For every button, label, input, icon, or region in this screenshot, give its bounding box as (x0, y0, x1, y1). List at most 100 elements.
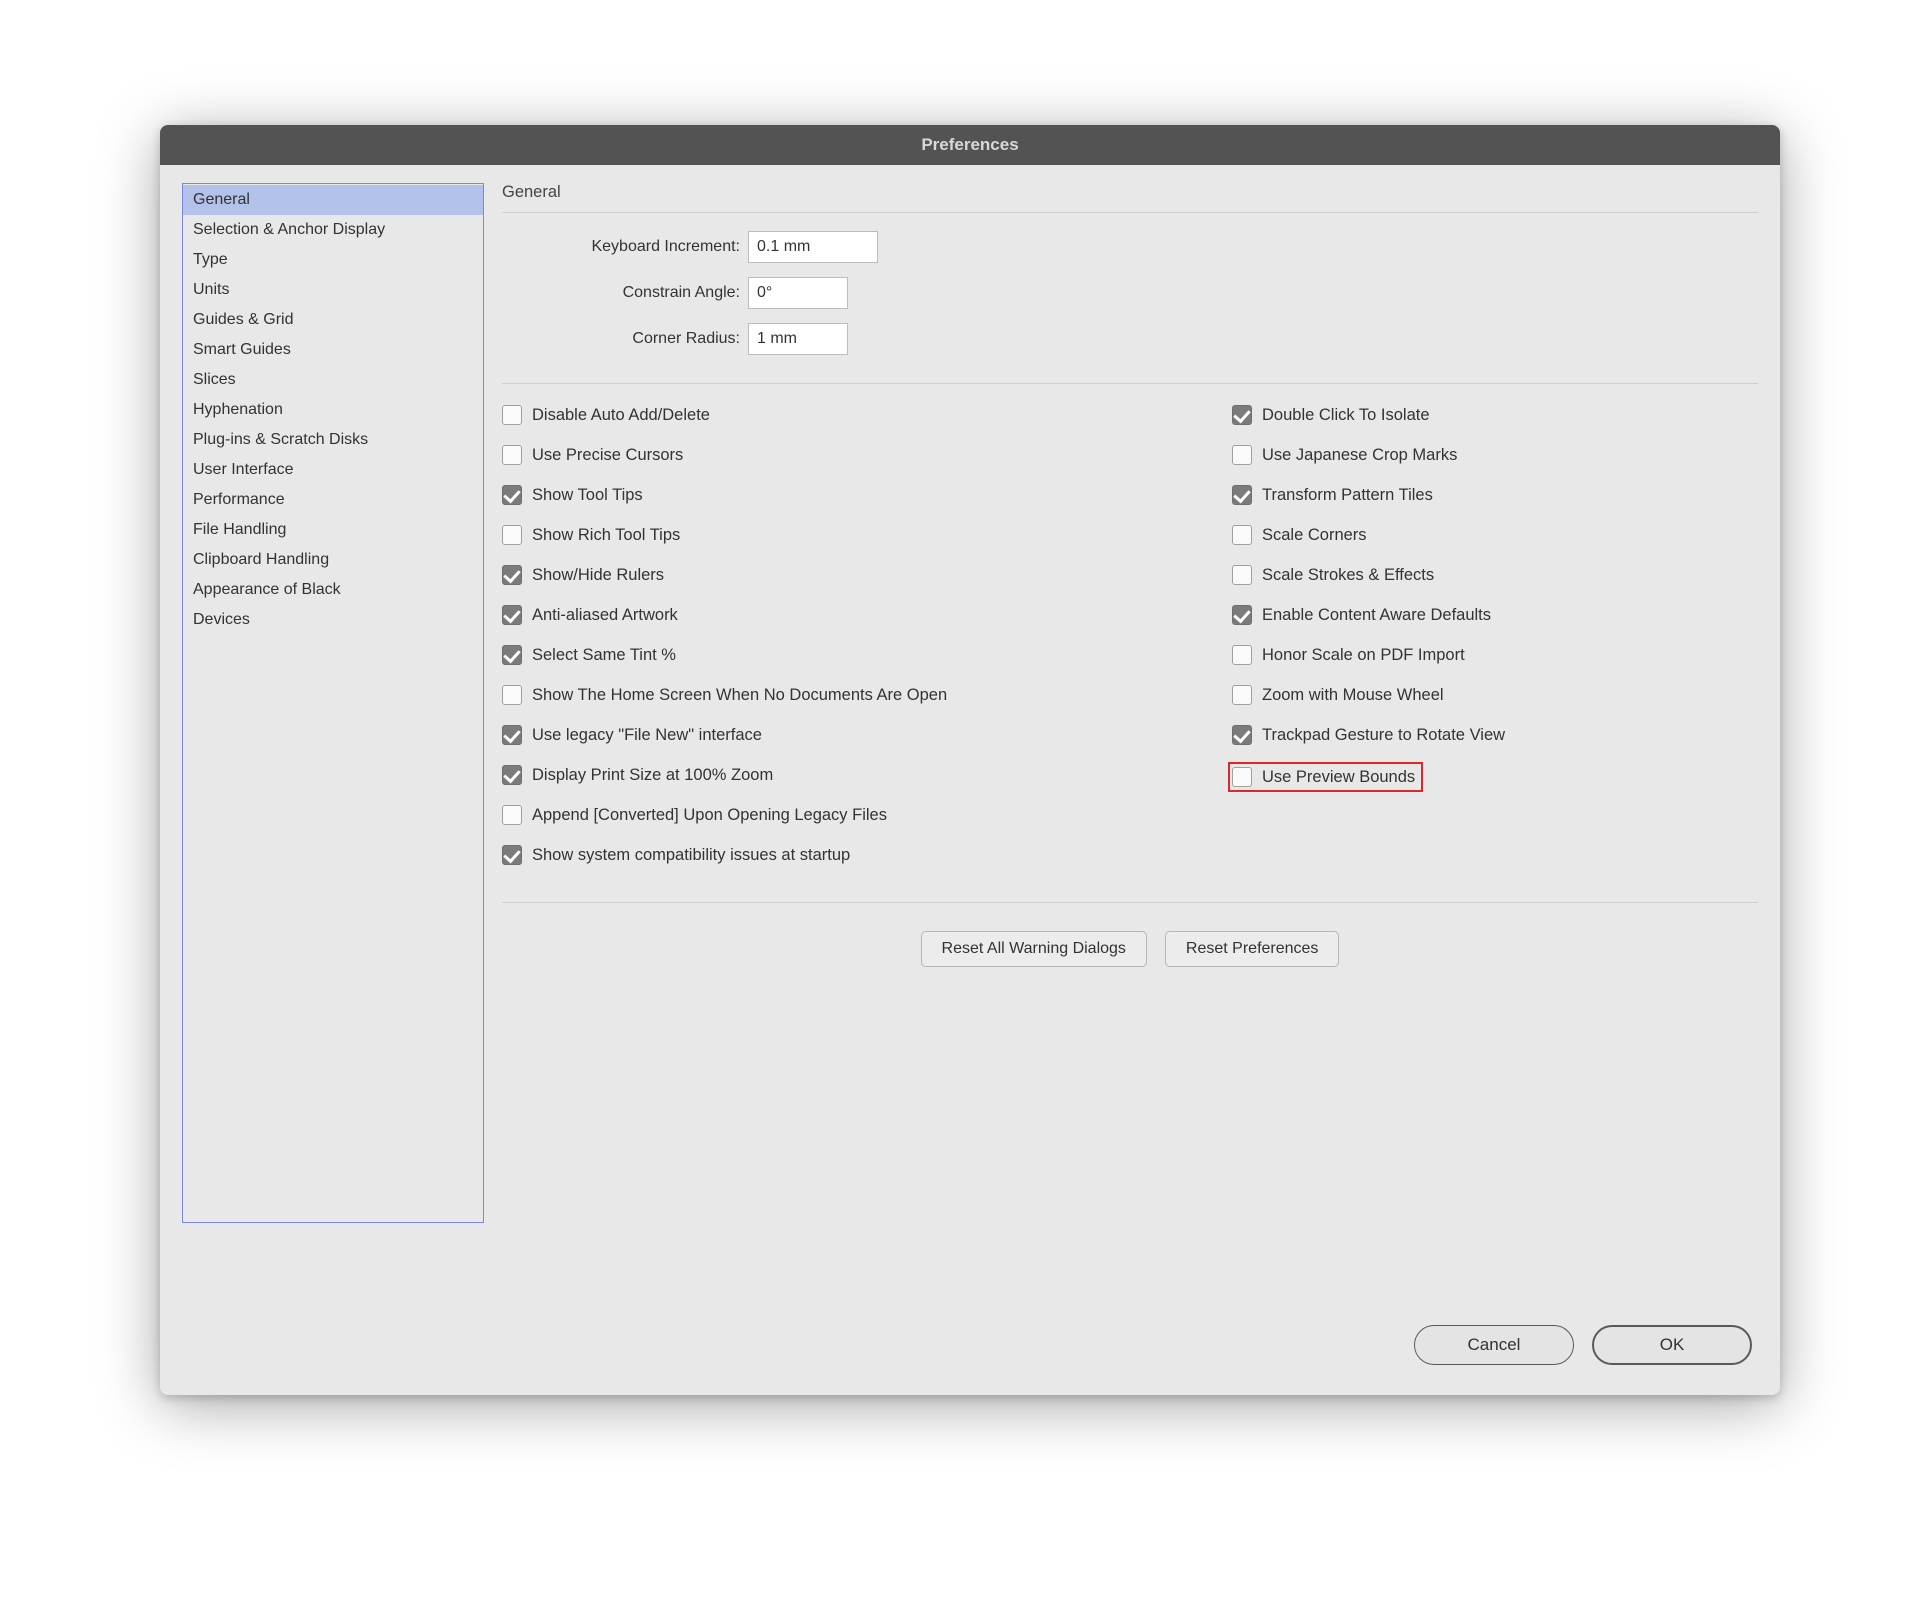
checkbox-icon[interactable] (502, 565, 522, 585)
checkbox-item[interactable]: Show system compatibility issues at star… (502, 842, 1182, 868)
checkbox-label: Show The Home Screen When No Documents A… (532, 686, 947, 705)
reset-preferences-button[interactable]: Reset Preferences (1165, 931, 1340, 967)
sidebar-item[interactable]: Selection & Anchor Display (183, 215, 483, 245)
divider (502, 383, 1758, 384)
checkbox-item[interactable]: Disable Auto Add/Delete (502, 402, 1182, 428)
sidebar-item[interactable]: General (183, 185, 483, 215)
checkbox-label: Zoom with Mouse Wheel (1262, 686, 1444, 705)
checkbox-icon[interactable] (502, 765, 522, 785)
sidebar-item[interactable]: File Handling (183, 515, 483, 545)
checkbox-item[interactable]: Trackpad Gesture to Rotate View (1232, 722, 1505, 748)
checkbox-label: Anti-aliased Artwork (532, 606, 678, 625)
checkbox-item[interactable]: Append [Converted] Upon Opening Legacy F… (502, 802, 1182, 828)
dialog-buttons: Cancel OK (182, 1315, 1758, 1369)
sidebar-item[interactable]: Devices (183, 605, 483, 635)
checkbox-item[interactable]: Anti-aliased Artwork (502, 602, 1182, 628)
checkbox-label: Use legacy "File New" interface (532, 726, 762, 745)
category-sidebar[interactable]: GeneralSelection & Anchor DisplayTypeUni… (182, 183, 484, 1223)
preferences-dialog: Preferences GeneralSelection & Anchor Di… (160, 125, 1780, 1395)
sidebar-item[interactable]: Type (183, 245, 483, 275)
checkbox-icon[interactable] (1232, 405, 1252, 425)
checkbox-icon[interactable] (1232, 565, 1252, 585)
checkbox-label: Use Preview Bounds (1262, 768, 1415, 787)
reset-row: Reset All Warning Dialogs Reset Preferen… (502, 902, 1758, 967)
checkbox-item[interactable]: Honor Scale on PDF Import (1232, 642, 1505, 668)
checkbox-label: Trackpad Gesture to Rotate View (1262, 726, 1505, 745)
checkbox-item[interactable]: Enable Content Aware Defaults (1232, 602, 1505, 628)
dialog-title: Preferences (160, 125, 1780, 165)
checkbox-label: Double Click To Isolate (1262, 406, 1430, 425)
section-heading: General (502, 183, 1758, 213)
checkbox-item[interactable]: Show/Hide Rulers (502, 562, 1182, 588)
sidebar-item[interactable]: User Interface (183, 455, 483, 485)
corner-radius-input[interactable] (748, 323, 848, 355)
checkbox-item[interactable]: Display Print Size at 100% Zoom (502, 762, 1182, 788)
checkbox-icon[interactable] (502, 485, 522, 505)
checkbox-item[interactable]: Scale Corners (1232, 522, 1505, 548)
checkbox-label: Show Tool Tips (532, 486, 643, 505)
checkbox-label: Scale Corners (1262, 526, 1367, 545)
sidebar-item[interactable]: Slices (183, 365, 483, 395)
checkbox-icon[interactable] (502, 405, 522, 425)
sidebar-item[interactable]: Smart Guides (183, 335, 483, 365)
checkbox-icon[interactable] (502, 725, 522, 745)
constrain-angle-input[interactable] (748, 277, 848, 309)
sidebar-item[interactable]: Hyphenation (183, 395, 483, 425)
checkbox-icon[interactable] (1232, 525, 1252, 545)
checkbox-icon[interactable] (502, 845, 522, 865)
checkbox-col-left: Disable Auto Add/Delete Use Precise Curso… (502, 402, 1182, 868)
content-panel: General Keyboard Increment: Constrain An… (502, 183, 1758, 1315)
checkbox-icon[interactable] (1232, 725, 1252, 745)
checkbox-item[interactable]: Show Rich Tool Tips (502, 522, 1182, 548)
sidebar-item[interactable]: Guides & Grid (183, 305, 483, 335)
checkbox-item[interactable]: Show Tool Tips (502, 482, 1182, 508)
checkbox-item[interactable]: Scale Strokes & Effects (1232, 562, 1505, 588)
keyboard-increment-input[interactable] (748, 231, 878, 263)
checkbox-label: Disable Auto Add/Delete (532, 406, 710, 425)
checkbox-item[interactable]: Double Click To Isolate (1232, 402, 1505, 428)
checkbox-label: Honor Scale on PDF Import (1262, 646, 1465, 665)
checkbox-label: Use Precise Cursors (532, 446, 683, 465)
sidebar-item[interactable]: Clipboard Handling (183, 545, 483, 575)
checkbox-label: Scale Strokes & Effects (1262, 566, 1434, 585)
checkbox-icon[interactable] (1232, 445, 1252, 465)
checkbox-col-right: Double Click To Isolate Use Japanese Crop… (1232, 402, 1505, 868)
checkbox-item[interactable]: Transform Pattern Tiles (1232, 482, 1505, 508)
checkbox-item[interactable]: Use Japanese Crop Marks (1232, 442, 1505, 468)
checkbox-item[interactable]: Show The Home Screen When No Documents A… (502, 682, 1182, 708)
corner-radius-label: Corner Radius: (502, 330, 740, 348)
checkbox-label: Show system compatibility issues at star… (532, 846, 850, 865)
checkbox-label: Append [Converted] Upon Opening Legacy F… (532, 806, 887, 825)
checkbox-label: Show/Hide Rulers (532, 566, 664, 585)
checkbox-item[interactable]: Use Precise Cursors (502, 442, 1182, 468)
checkbox-item[interactable]: Use Preview Bounds (1228, 762, 1423, 792)
checkbox-icon[interactable] (502, 645, 522, 665)
sidebar-item[interactable]: Units (183, 275, 483, 305)
checkbox-item[interactable]: Zoom with Mouse Wheel (1232, 682, 1505, 708)
keyboard-increment-label: Keyboard Increment: (502, 238, 740, 256)
ok-button[interactable]: OK (1592, 1325, 1752, 1365)
checkbox-icon[interactable] (1232, 605, 1252, 625)
checkbox-icon[interactable] (502, 805, 522, 825)
checkbox-label: Transform Pattern Tiles (1262, 486, 1433, 505)
constrain-angle-row: Constrain Angle: (502, 277, 1758, 309)
checkbox-icon[interactable] (502, 605, 522, 625)
checkbox-icon[interactable] (1232, 485, 1252, 505)
checkbox-item[interactable]: Use legacy "File New" interface (502, 722, 1182, 748)
sidebar-item[interactable]: Performance (183, 485, 483, 515)
constrain-angle-label: Constrain Angle: (502, 284, 740, 302)
checkbox-icon[interactable] (1232, 645, 1252, 665)
checkbox-item[interactable]: Select Same Tint % (502, 642, 1182, 668)
checkbox-icon[interactable] (1232, 685, 1252, 705)
checkbox-grid: Disable Auto Add/Delete Use Precise Curso… (502, 402, 1758, 868)
checkbox-label: Display Print Size at 100% Zoom (532, 766, 773, 785)
sidebar-item[interactable]: Plug-ins & Scratch Disks (183, 425, 483, 455)
cancel-button[interactable]: Cancel (1414, 1325, 1574, 1365)
checkbox-icon[interactable] (502, 525, 522, 545)
reset-warnings-button[interactable]: Reset All Warning Dialogs (921, 931, 1147, 967)
checkbox-icon[interactable] (502, 445, 522, 465)
corner-radius-row: Corner Radius: (502, 323, 1758, 355)
checkbox-icon[interactable] (502, 685, 522, 705)
checkbox-icon[interactable] (1232, 767, 1252, 787)
sidebar-item[interactable]: Appearance of Black (183, 575, 483, 605)
